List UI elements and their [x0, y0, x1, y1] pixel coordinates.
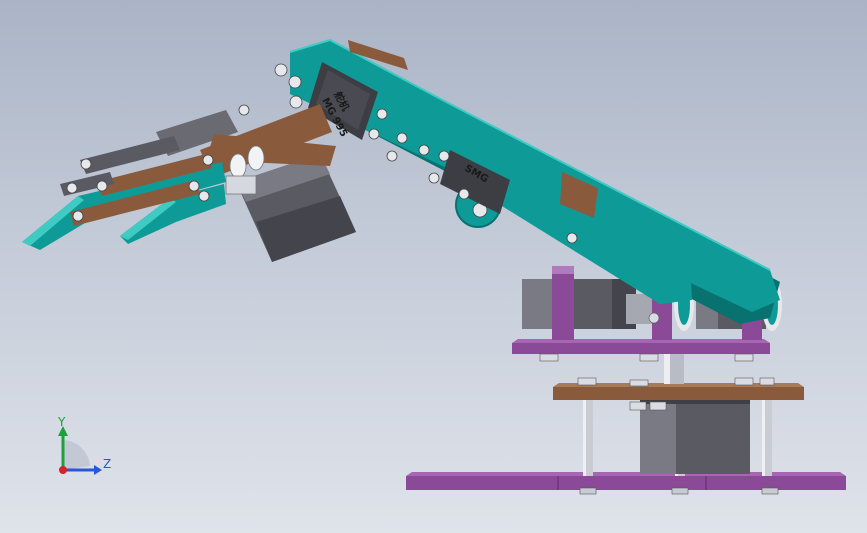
x-axis-origin [59, 466, 67, 474]
gripper-servo[interactable] [236, 154, 356, 262]
y-axis-label: Y [57, 415, 66, 429]
axis-triad[interactable]: Y Z [57, 415, 111, 475]
upper-plate-nuts [539, 353, 754, 362]
base-plate[interactable] [406, 472, 846, 490]
shoulder-servo-left[interactable] [522, 279, 636, 329]
z-axis-arrow [94, 465, 102, 475]
upper-plate[interactable] [512, 339, 770, 354]
cad-viewport[interactable]: 舵机 MG 995 SMG Y Z [0, 0, 867, 533]
turntable-shaft [664, 354, 684, 384]
middle-plate[interactable] [553, 383, 804, 400]
robot-arm-assembly[interactable]: 舵机 MG 995 SMG Y Z [0, 0, 867, 533]
z-axis-label: Z [103, 457, 111, 471]
